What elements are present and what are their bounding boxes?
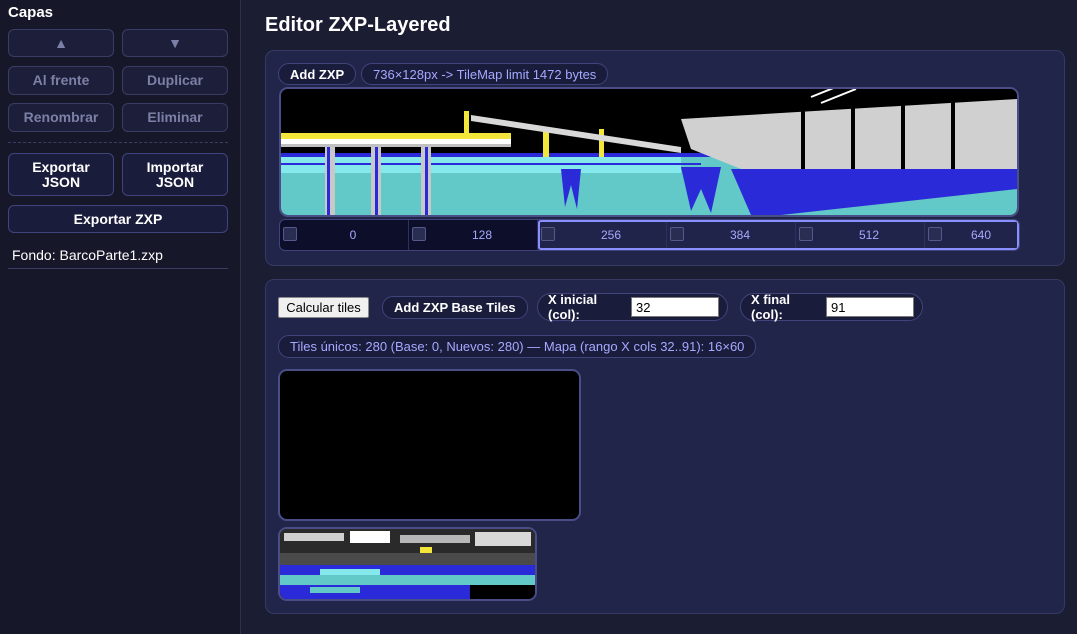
chunk-item[interactable]: 384 [667, 220, 796, 250]
add-base-tiles-button[interactable]: Add ZXP Base Tiles [382, 296, 528, 319]
chunk-label: 256 [600, 228, 622, 242]
chunk-label: 640 [970, 228, 992, 242]
x-end-field: X final (col): [740, 292, 923, 322]
chunk-label: 512 [858, 228, 880, 242]
duplicate-button[interactable]: Duplicar [122, 66, 228, 95]
tiles-summary-badge: Tiles únicos: 280 (Base: 0, Nuevos: 280)… [278, 335, 757, 358]
chunk-checkbox[interactable] [799, 227, 813, 241]
chunk-checkbox[interactable] [541, 227, 555, 241]
tileset-canvas[interactable] [278, 527, 537, 601]
tilemap-canvas[interactable] [278, 369, 581, 521]
export-json-button[interactable]: Exportar JSON [8, 153, 114, 196]
chunk-label: 0 [349, 228, 357, 242]
size-info-badge: 736×128px -> TileMap limit 1472 bytes [361, 63, 609, 85]
chunk-checkbox[interactable] [283, 227, 297, 241]
bring-to-front-button[interactable]: Al frente [8, 66, 114, 95]
import-json-button[interactable]: Importar JSON [122, 153, 228, 196]
chunk-item[interactable]: 0 [280, 220, 409, 250]
chunk-item[interactable]: 128 [409, 220, 538, 250]
page-title: Editor ZXP-Layered [265, 14, 451, 36]
x-start-input[interactable] [631, 297, 719, 317]
sidebar-divider [8, 142, 228, 143]
x-start-label: X inicial (col): [548, 292, 598, 322]
move-layer-up-button[interactable]: ▲ [8, 29, 114, 57]
x-end-input[interactable] [826, 297, 914, 317]
export-zxp-button[interactable]: Exportar ZXP [8, 205, 228, 233]
move-layer-down-button[interactable]: ▼ [122, 29, 228, 57]
chunk-strip: 0 128 256 384 512 640 [279, 219, 1020, 251]
x-end-label: X final (col): [751, 292, 791, 322]
chunk-item[interactable]: 256 [538, 220, 667, 250]
chunk-checkbox[interactable] [412, 227, 426, 241]
layer-list-separator [8, 268, 228, 269]
calculate-tiles-button[interactable]: Calcular tiles [278, 297, 369, 318]
delete-button[interactable]: Eliminar [122, 103, 228, 132]
scene-image [281, 89, 1017, 215]
chunk-item[interactable]: 512 [796, 220, 925, 250]
scene-canvas[interactable] [279, 87, 1019, 217]
x-start-field: X inicial (col): [537, 292, 728, 322]
chunk-label: 128 [471, 228, 493, 242]
rename-button[interactable]: Renombrar [8, 103, 114, 132]
tileset-image [280, 529, 535, 599]
layers-title: Capas [8, 4, 54, 21]
chunk-checkbox[interactable] [928, 227, 942, 241]
layers-sidebar: Capas ▲ ▼ Al frente Duplicar Renombrar E… [0, 0, 241, 634]
background-layer-label[interactable]: Fondo: BarcoParte1.zxp [12, 247, 163, 263]
chunk-item[interactable]: 640 [925, 220, 1019, 250]
add-zxp-button[interactable]: Add ZXP [278, 63, 357, 85]
chunk-checkbox[interactable] [670, 227, 684, 241]
chunk-label: 384 [729, 228, 751, 242]
